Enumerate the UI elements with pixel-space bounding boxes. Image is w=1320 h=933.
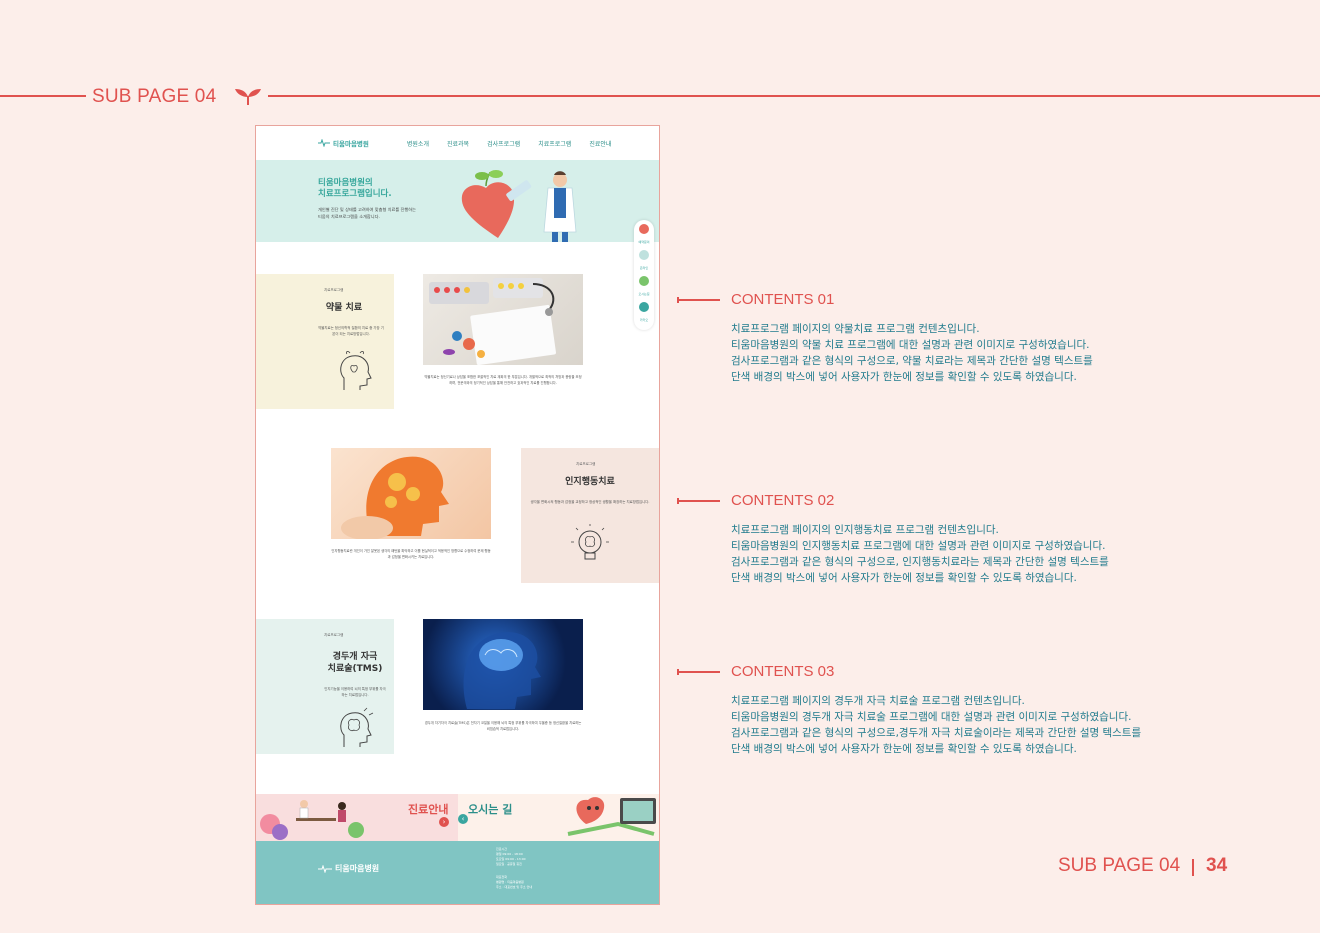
- header-rule-right: [268, 95, 1320, 97]
- mockup-footer: 티움마음병원 진료시간 평일 09:00 - 18:00 토요일 09:00 -…: [256, 841, 659, 904]
- mockup-menu-item[interactable]: 치료프로그램: [538, 139, 571, 148]
- mockup-menu-item[interactable]: 병원소개: [407, 139, 429, 148]
- heart-pulse-icon: [318, 864, 332, 873]
- section-title: 인지행동치료: [565, 477, 615, 487]
- page-footer-label: SUB PAGE 04: [1058, 855, 1181, 876]
- hero-desc: 개인별 진단 및 상태를 고려하여 맞춤형 치료를 진행하는 티움의 치료프로그…: [318, 207, 416, 219]
- medication-box: 치료프로그램 약물 치료 약물치료는 정신의학적 질환의 치료 중 가장 기본이…: [256, 274, 394, 409]
- directions-label: 오시는 길: [468, 803, 513, 816]
- medication-body: 약물치료는 정신기료나 상담을 포함한 포괄적인 치료 계획의 한 부분입니다.…: [424, 375, 582, 385]
- tms-body: 경두개 자기자극 치료술(TMS)은 전자기 코일을 이용해 뇌의 특정 부위를…: [424, 721, 582, 731]
- section-desc: 생각을 변화시켜 행동과 감정을 교정하고 정상적인 생활을 확장하는 치료방법…: [530, 500, 650, 504]
- head-brain-icon: [340, 707, 374, 747]
- section-caption: 치료프로그램: [576, 462, 596, 466]
- chat-icon: [639, 276, 649, 286]
- contents-rule-tick: [677, 297, 679, 303]
- map-illustration: [567, 797, 656, 836]
- contents-title: CONTENTS 02: [731, 492, 835, 509]
- contents-title: CONTENTS 01: [731, 291, 835, 308]
- doctor-consult-illustration: [260, 800, 364, 840]
- contents-rule: [678, 299, 720, 301]
- mockup-nav: 티움마음병원 병원소개 진료과목 검사프로그램 치료프로그램 진료안내: [256, 126, 659, 160]
- website-mockup: 티움마음병원 병원소개 진료과목 검사프로그램 치료프로그램 진료안내 티움마음…: [255, 125, 660, 905]
- page-number: 34: [1206, 855, 1228, 876]
- footer-hours: 진료시간 평일 09:00 - 18:00 토요일 09:00 - 13:00 …: [496, 847, 526, 866]
- header-rule-left: [0, 95, 86, 97]
- mockup-menu-item[interactable]: 진료안내: [589, 139, 611, 148]
- clipboard-icon: [639, 250, 649, 260]
- footer-contact: 대표전화 병원명 : 티움마음병원 주소 : 대표번호 및 주소 안내: [496, 875, 533, 889]
- contents-desc: 치료프로그램 페이지의 약물치료 프로그램 컨텐츠입니다. 티움마음병원의 약물…: [731, 323, 1093, 383]
- mockup-bottom-banners: 진료안내 › ‹ 오시는 길: [256, 794, 659, 841]
- cbt-body: 인지행동치료란 개인이 가진 잘못된 생각의 패턴을 파악하고 이를 현실적이고…: [331, 549, 491, 559]
- hero-title: 티움마음병원의 치료프로그램입니다.: [318, 178, 392, 199]
- contents-title: CONTENTS 03: [731, 663, 835, 680]
- gears-head-image: [341, 456, 449, 539]
- hero-illustration: [461, 170, 577, 242]
- section-caption: 치료프로그램: [324, 288, 344, 292]
- directions-banner[interactable]: ‹ 오시는 길: [458, 794, 659, 841]
- contents-desc: 치료프로그램 페이지의 인지행동치료 프로그램 컨텐츠입니다. 티움마음병원의 …: [731, 524, 1109, 584]
- quick-menu-item[interactable]: 예약문의: [638, 240, 649, 244]
- medication-photo: [423, 274, 583, 365]
- section-caption: 치료프로그램: [324, 633, 344, 637]
- page-heading: SUB PAGE 04: [92, 86, 217, 107]
- location-pin-icon: [639, 302, 649, 312]
- section-desc: 인지기능을 이용하여 뇌의 특정 부위를 자극하는 치료법입니다.: [324, 687, 386, 697]
- quick-menu-item[interactable]: 온라인: [640, 266, 648, 270]
- quick-menu-item[interactable]: 카카오: [640, 318, 648, 322]
- head-heart-icon: [340, 351, 372, 390]
- clinic-info-banner[interactable]: 진료안내 ›: [256, 794, 458, 841]
- contents-rule-tick: [677, 498, 679, 504]
- tms-box: 치료프로그램 경두개 자극 치료술(TMS) 인지기능을 이용하여 뇌의 특정 …: [256, 619, 394, 754]
- tms-photo: [423, 619, 583, 710]
- heart-pulse-icon: [318, 139, 330, 147]
- lightbulb-brain-icon: [571, 524, 609, 560]
- apple-icon: [639, 224, 649, 234]
- sprout-icon: [235, 89, 261, 105]
- pills-image: [429, 278, 556, 365]
- clinic-info-label: 진료안내: [408, 803, 449, 816]
- contents-rule-tick: [677, 669, 679, 675]
- mockup-menu-item[interactable]: 검사프로그램: [487, 139, 520, 148]
- contents-desc: 치료프로그램 페이지의 경두개 자극 치료술 프로그램 컨텐츠입니다. 티움마음…: [731, 695, 1142, 755]
- floating-quick-menu: 예약문의 온라인 오시는길 카카오: [634, 220, 654, 330]
- brain-scan-image: [463, 632, 541, 709]
- section-desc: 약물치료는 정신의학적 질환의 치료 중 가장 기본이 되는 치료방법입니다.: [318, 326, 384, 336]
- mockup-logo[interactable]: 티움마음병원: [318, 138, 369, 148]
- cbt-photo: [331, 448, 491, 539]
- page-footer-divider: [1192, 859, 1194, 876]
- mockup-hero: 티움마음병원의 치료프로그램입니다. 개인별 진단 및 상태를 고려하여 맞춤형…: [256, 160, 659, 330]
- contents-rule: [678, 671, 720, 673]
- quick-menu-item[interactable]: 오시는길: [638, 292, 649, 296]
- mockup-menu-item[interactable]: 진료과목: [447, 139, 469, 148]
- section-title: 경두개 자극 치료술(TMS): [327, 652, 383, 674]
- arrow-left-icon[interactable]: ‹: [458, 814, 468, 824]
- mockup-menu: 병원소개 진료과목 검사프로그램 치료프로그램 진료안내: [407, 139, 612, 148]
- contents-rule: [678, 500, 720, 502]
- cbt-box: 치료프로그램 인지행동치료 생각을 변화시켜 행동과 감정을 교정하고 정상적인…: [521, 448, 659, 583]
- arrow-right-icon[interactable]: ›: [439, 817, 449, 827]
- mockup-logo-text: 티움마음병원: [333, 140, 369, 148]
- section-title: 약물 치료: [325, 303, 363, 313]
- footer-logo: 티움마음병원: [318, 863, 379, 874]
